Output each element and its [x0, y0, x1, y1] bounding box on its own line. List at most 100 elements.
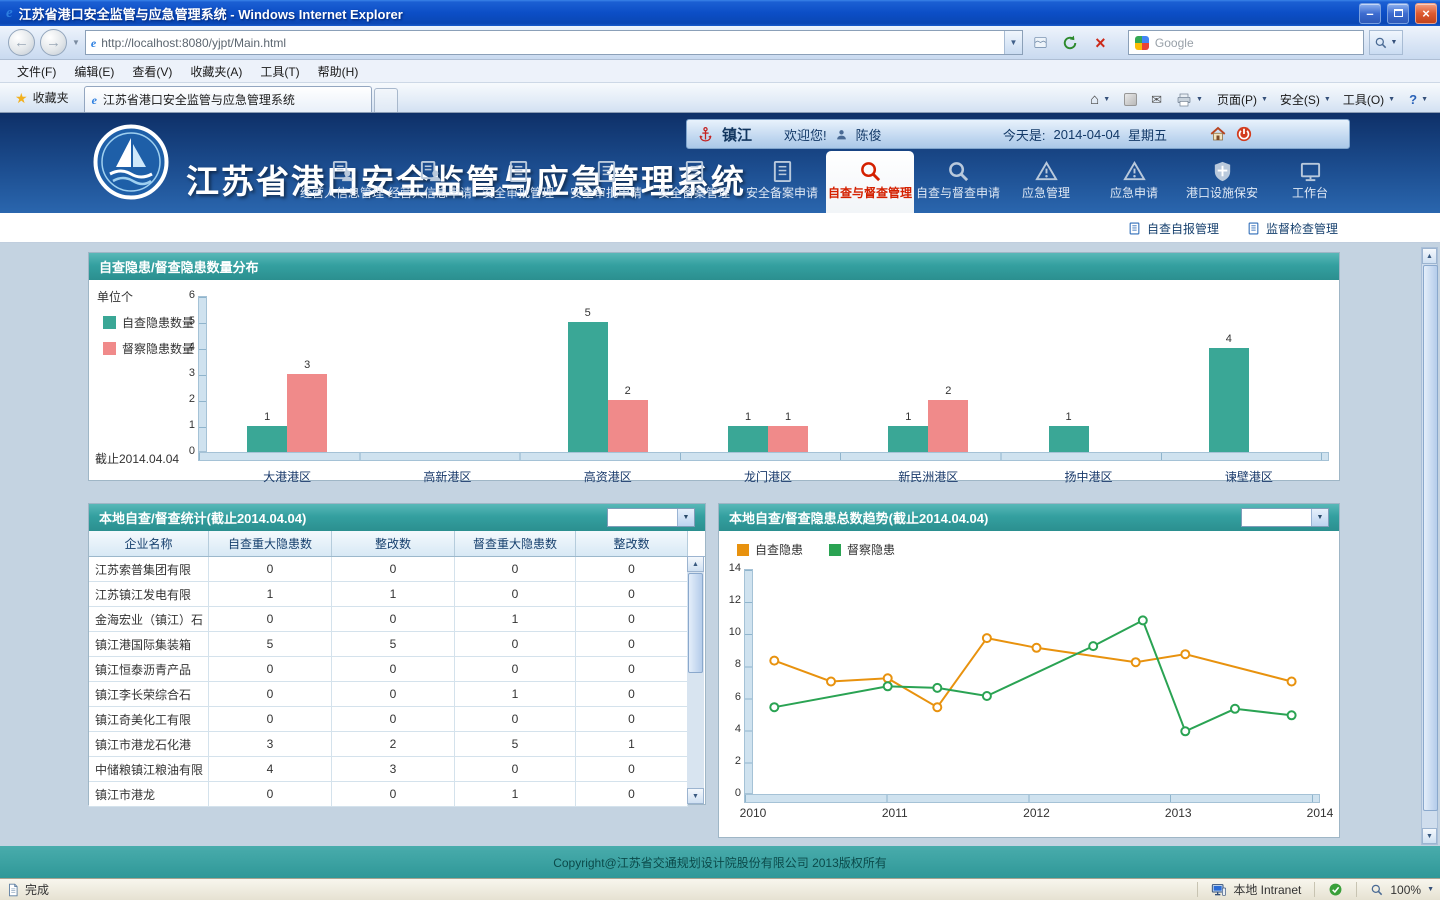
nav-item-1[interactable]: 经营人信息申请 — [386, 151, 474, 213]
nav-item-label: 经营人信息申请 — [388, 187, 472, 200]
table-scrollbar[interactable]: ▲ ▼ — [687, 556, 704, 804]
menu-item-4[interactable]: 工具(T) — [251, 60, 308, 83]
nav-item-label: 经营人信息管理 — [300, 187, 384, 200]
page-icon — [6, 883, 20, 897]
welcome-strip: 镇江 欢迎您! 陈俊 今天是: 2014-04-04 星期五 — [686, 119, 1350, 149]
forward-arrow-icon — [46, 34, 61, 51]
page-scrollbar[interactable]: ▲ ▼ — [1421, 247, 1438, 845]
table-cell: 0 — [332, 682, 455, 707]
nav-item-2[interactable]: 安全审批管理 — [474, 151, 562, 213]
menu-item-5[interactable]: 帮助(H) — [309, 60, 368, 83]
bar-self-check — [568, 322, 608, 452]
table-row[interactable]: 镇江李长荣综合石0010 — [89, 682, 705, 707]
print-button[interactable]: ▼ — [1170, 88, 1209, 112]
bar-supervise — [768, 426, 808, 452]
scroll-down-button[interactable]: ▼ — [1422, 828, 1437, 844]
main-nav: 经营人信息管理经营人信息申请安全审批管理安全审批申请安全备案管理安全备案申请自查… — [298, 151, 1354, 213]
maximize-button[interactable] — [1387, 3, 1409, 24]
subnav-item-0[interactable]: 自查自报管理 — [1128, 220, 1219, 237]
new-tab-button[interactable] — [374, 88, 398, 112]
scroll-up-button[interactable]: ▲ — [687, 556, 704, 572]
scroll-thumb[interactable] — [1423, 265, 1438, 811]
search-input[interactable]: Google — [1128, 30, 1364, 55]
bar-value-label: 1 — [728, 411, 768, 423]
nav-item-11[interactable]: 工作台 — [1266, 151, 1354, 213]
nav-item-10[interactable]: 港口设施保安 — [1178, 151, 1266, 213]
address-bar: http://localhost:8080/yjpt/Main.html Goo… — [0, 26, 1440, 60]
bar-self-check — [728, 426, 768, 452]
address-input[interactable]: http://localhost:8080/yjpt/Main.html — [85, 30, 1023, 55]
bar-value-label: 5 — [568, 307, 608, 319]
nav-item-6[interactable]: 自查与督查管理 — [826, 151, 914, 213]
nav-item-8[interactable]: 应急管理 — [1002, 151, 1090, 213]
menu-item-0[interactable]: 文件(F) — [8, 60, 65, 83]
history-dropdown-icon[interactable] — [72, 38, 80, 47]
table-filter-select[interactable] — [607, 508, 695, 527]
zoom-level[interactable]: 100% — [1390, 883, 1421, 897]
stop-button[interactable] — [1088, 30, 1113, 55]
nav-item-7[interactable]: 自查与督查申请 — [914, 151, 1002, 213]
bar-value-label: 1 — [888, 411, 928, 423]
search-magnifier-icon — [1374, 36, 1388, 50]
ie-window: 江苏省港口安全监管与应急管理系统 - Windows Internet Expl… — [0, 0, 1440, 900]
legend-swatch — [829, 544, 841, 556]
subnav-item-1[interactable]: 监督检查管理 — [1247, 220, 1338, 237]
chevron-down-icon[interactable] — [677, 509, 694, 526]
help-button[interactable]: ▼ — [1403, 88, 1434, 111]
table-row[interactable]: 金海宏业（镇江）石0010 — [89, 607, 705, 632]
menu-item-1[interactable]: 编辑(E) — [65, 60, 123, 83]
table-row[interactable]: 镇江恒泰沥青产品0000 — [89, 657, 705, 682]
doc-person-icon — [331, 160, 354, 183]
table-row[interactable]: 镇江港国际集装箱5500 — [89, 632, 705, 657]
nav-item-5[interactable]: 安全备案申请 — [738, 151, 826, 213]
table-row[interactable]: 江苏索普集团有限0000 — [89, 557, 705, 582]
forward-button[interactable] — [40, 29, 67, 56]
bar-value-label: 4 — [1209, 333, 1249, 345]
scroll-thumb[interactable] — [688, 573, 703, 673]
table-row[interactable]: 中储粮镇江粮油有限4300 — [89, 757, 705, 782]
toolbar-button-2[interactable]: 工具(O)▼ — [1337, 87, 1401, 112]
browser-toolbar-right: ▼ ▼ 页面(P)▼安全(S)▼工具(O)▼ ▼ — [1084, 87, 1434, 112]
data-point — [884, 674, 892, 682]
nav-item-label: 自查与督查管理 — [828, 187, 912, 200]
address-dropdown-button[interactable] — [1004, 31, 1022, 54]
nav-item-0[interactable]: 经营人信息管理 — [298, 151, 386, 213]
homepage-button[interactable] — [1209, 125, 1227, 143]
toolbar-button-1[interactable]: 安全(S)▼ — [1274, 87, 1337, 112]
browser-tab[interactable]: 江苏省港口安全监管与应急管理系统 — [84, 86, 372, 112]
nav-item-9[interactable]: 应急申请 — [1090, 151, 1178, 213]
home-button[interactable]: ▼ — [1084, 87, 1116, 112]
y-axis-tick-label: 2 — [173, 393, 195, 405]
table-row[interactable]: 镇江市港龙0010 — [89, 782, 705, 807]
logout-button[interactable] — [1235, 125, 1253, 143]
y-axis — [198, 296, 207, 452]
toolbar-button-0[interactable]: 页面(P)▼ — [1211, 87, 1274, 112]
feeds-button[interactable] — [1118, 89, 1143, 110]
trend-filter-select[interactable] — [1241, 508, 1329, 527]
y-axis-tick-label: 12 — [719, 594, 741, 606]
scroll-up-button[interactable]: ▲ — [1422, 248, 1437, 264]
read-mail-button[interactable] — [1145, 88, 1168, 112]
nav-item-3[interactable]: 安全审批申请 — [562, 151, 650, 213]
table-row[interactable]: 镇江奇美化工有限0000 — [89, 707, 705, 732]
column-header-3: 督查重大隐患数 — [455, 531, 576, 556]
nav-item-label: 安全审批管理 — [482, 187, 554, 200]
compatibility-view-button[interactable] — [1028, 30, 1053, 55]
minimize-button[interactable]: – — [1359, 3, 1381, 24]
menu-item-2[interactable]: 查看(V) — [123, 60, 181, 83]
table-cell: 0 — [455, 757, 576, 782]
user-icon — [835, 128, 848, 141]
menu-item-3[interactable]: 收藏夹(A) — [181, 60, 251, 83]
search-button[interactable]: ▼ — [1369, 30, 1403, 55]
nav-item-4[interactable]: 安全备案管理 — [650, 151, 738, 213]
chevron-down-icon[interactable] — [1311, 509, 1328, 526]
favorites-button[interactable]: 收藏夹 — [6, 83, 78, 112]
scroll-down-button[interactable]: ▼ — [687, 788, 704, 804]
back-button[interactable] — [8, 29, 35, 56]
panel-header: 自查隐患/督查隐患数量分布 — [89, 253, 1339, 280]
refresh-button[interactable] — [1058, 30, 1083, 55]
zoom-dropdown-icon[interactable]: ▼ — [1427, 886, 1434, 893]
table-row[interactable]: 江苏镇江发电有限1100 — [89, 582, 705, 607]
table-row[interactable]: 镇江市港龙石化港3251 — [89, 732, 705, 757]
close-button[interactable]: × — [1415, 3, 1437, 24]
